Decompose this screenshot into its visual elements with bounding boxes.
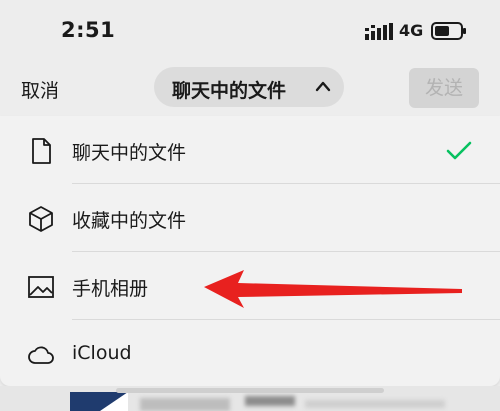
status-bar: 2:51 4G bbox=[0, 0, 500, 62]
source-selector[interactable]: 聊天中的文件 bbox=[154, 67, 344, 107]
menu-item-label: 收藏中的文件 bbox=[72, 210, 187, 232]
menu-item-label: 手机相册 bbox=[72, 278, 149, 300]
send-button[interactable]: 发送 bbox=[409, 68, 479, 108]
status-time: 2:51 bbox=[61, 18, 116, 42]
cloud-icon bbox=[28, 346, 54, 364]
menu-item-chat-files[interactable]: 聊天中的文件 bbox=[0, 116, 500, 184]
cancel-button[interactable]: 取消 bbox=[21, 76, 59, 103]
blurred-text bbox=[245, 396, 295, 406]
chevron-up-icon bbox=[315, 81, 331, 92]
checkmark-icon bbox=[446, 141, 472, 160]
network-type: 4G bbox=[399, 21, 424, 40]
scroll-indicator bbox=[116, 388, 384, 393]
header-bar: 取消 聊天中的文件 发送 bbox=[0, 62, 500, 114]
battery-icon bbox=[431, 22, 466, 40]
blurred-text bbox=[305, 400, 445, 408]
cube-icon bbox=[29, 206, 53, 232]
menu-item-label: iCloud bbox=[72, 342, 132, 364]
menu-item-icloud[interactable]: iCloud bbox=[0, 320, 500, 388]
image-icon bbox=[28, 276, 54, 298]
menu-item-favorites-files[interactable]: 收藏中的文件 bbox=[0, 184, 500, 252]
source-dropdown-menu: 聊天中的文件 收藏中的文件 手机相册 iCloud bbox=[0, 116, 500, 386]
menu-item-label: 聊天中的文件 bbox=[72, 142, 187, 164]
signal-bars-icon bbox=[365, 23, 393, 40]
blurred-text bbox=[140, 398, 230, 411]
document-icon bbox=[32, 138, 51, 164]
source-selector-title: 聊天中的文件 bbox=[172, 80, 287, 102]
annotation-arrow bbox=[204, 270, 462, 308]
